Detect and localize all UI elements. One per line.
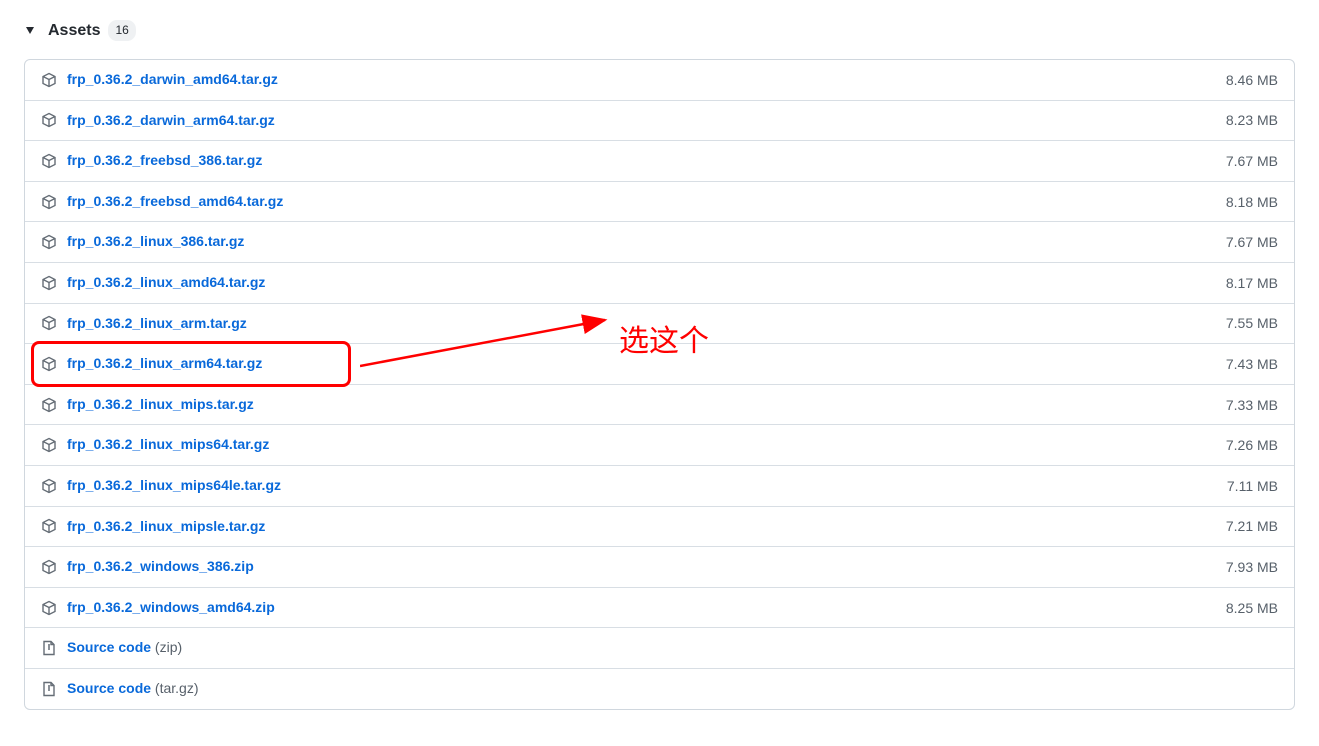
asset-size: 8.18 MB (1226, 194, 1278, 210)
assets-header[interactable]: Assets 16 (24, 20, 1295, 41)
package-icon (41, 397, 57, 413)
package-icon (41, 315, 57, 331)
asset-size: 8.25 MB (1226, 600, 1278, 616)
asset-link[interactable]: frp_0.36.2_freebsd_386.tar.gz (67, 151, 1226, 171)
asset-row: frp_0.36.2_linux_mips64.tar.gz7.26 MB (25, 424, 1294, 465)
asset-size: 7.43 MB (1226, 356, 1278, 372)
assets-count-badge: 16 (108, 20, 135, 41)
asset-row: frp_0.36.2_linux_arm64.tar.gz7.43 MB (25, 343, 1294, 384)
asset-size: 7.21 MB (1226, 518, 1278, 534)
package-icon (41, 112, 57, 128)
caret-down-icon (26, 27, 34, 34)
asset-link[interactable]: frp_0.36.2_windows_amd64.zip (67, 598, 1226, 618)
asset-row: frp_0.36.2_freebsd_386.tar.gz7.67 MB (25, 140, 1294, 181)
asset-link[interactable]: frp_0.36.2_linux_arm.tar.gz (67, 314, 1226, 334)
asset-size: 7.11 MB (1227, 478, 1278, 494)
asset-link[interactable]: frp_0.36.2_linux_mips.tar.gz (67, 395, 1226, 415)
package-icon (41, 559, 57, 575)
file-zip-icon (41, 681, 57, 697)
package-icon (41, 194, 57, 210)
asset-size: 8.23 MB (1226, 112, 1278, 128)
asset-link[interactable]: frp_0.36.2_darwin_amd64.tar.gz (67, 70, 1226, 90)
asset-row: frp_0.36.2_linux_mips.tar.gz7.33 MB (25, 384, 1294, 425)
asset-size: 7.67 MB (1226, 153, 1278, 169)
asset-row: frp_0.36.2_linux_386.tar.gz7.67 MB (25, 221, 1294, 262)
asset-link[interactable]: frp_0.36.2_freebsd_amd64.tar.gz (67, 192, 1226, 212)
package-icon (41, 478, 57, 494)
asset-ext: (zip) (151, 639, 182, 655)
asset-link[interactable]: frp_0.36.2_linux_386.tar.gz (67, 232, 1226, 252)
asset-row: frp_0.36.2_darwin_amd64.tar.gz8.46 MB (25, 60, 1294, 100)
asset-row: frp_0.36.2_windows_386.zip7.93 MB (25, 546, 1294, 587)
asset-row: frp_0.36.2_freebsd_amd64.tar.gz8.18 MB (25, 181, 1294, 222)
asset-row: frp_0.36.2_linux_mips64le.tar.gz7.11 MB (25, 465, 1294, 506)
asset-size: 7.55 MB (1226, 315, 1278, 331)
asset-row: Source code (tar.gz) (25, 668, 1294, 709)
asset-link[interactable]: frp_0.36.2_linux_arm64.tar.gz (67, 354, 1226, 374)
asset-row: frp_0.36.2_linux_mipsle.tar.gz7.21 MB (25, 506, 1294, 547)
asset-link[interactable]: frp_0.36.2_linux_mips64le.tar.gz (67, 476, 1227, 496)
asset-size: 7.67 MB (1226, 234, 1278, 250)
assets-title: Assets (48, 22, 100, 40)
file-zip-icon (41, 640, 57, 656)
package-icon (41, 234, 57, 250)
asset-link[interactable]: Source code (tar.gz) (67, 679, 1278, 699)
asset-link[interactable]: frp_0.36.2_linux_mipsle.tar.gz (67, 517, 1226, 537)
package-icon (41, 356, 57, 372)
package-icon (41, 153, 57, 169)
asset-row: frp_0.36.2_linux_amd64.tar.gz8.17 MB (25, 262, 1294, 303)
assets-list: frp_0.36.2_darwin_amd64.tar.gz8.46 MBfrp… (24, 59, 1295, 710)
asset-row: frp_0.36.2_darwin_arm64.tar.gz8.23 MB (25, 100, 1294, 141)
asset-size: 8.17 MB (1226, 275, 1278, 291)
asset-row: frp_0.36.2_windows_amd64.zip8.25 MB (25, 587, 1294, 628)
asset-size: 7.33 MB (1226, 397, 1278, 413)
package-icon (41, 72, 57, 88)
asset-size: 7.26 MB (1226, 437, 1278, 453)
asset-size: 7.93 MB (1226, 559, 1278, 575)
asset-row: frp_0.36.2_linux_arm.tar.gz7.55 MB (25, 303, 1294, 344)
asset-ext: (tar.gz) (151, 680, 198, 696)
package-icon (41, 275, 57, 291)
asset-link[interactable]: frp_0.36.2_windows_386.zip (67, 557, 1226, 577)
package-icon (41, 518, 57, 534)
asset-row: Source code (zip) (25, 627, 1294, 668)
asset-size: 8.46 MB (1226, 72, 1278, 88)
asset-link[interactable]: frp_0.36.2_linux_mips64.tar.gz (67, 435, 1226, 455)
package-icon (41, 437, 57, 453)
asset-link[interactable]: Source code (zip) (67, 638, 1278, 658)
asset-link[interactable]: frp_0.36.2_darwin_arm64.tar.gz (67, 111, 1226, 131)
package-icon (41, 600, 57, 616)
asset-link[interactable]: frp_0.36.2_linux_amd64.tar.gz (67, 273, 1226, 293)
